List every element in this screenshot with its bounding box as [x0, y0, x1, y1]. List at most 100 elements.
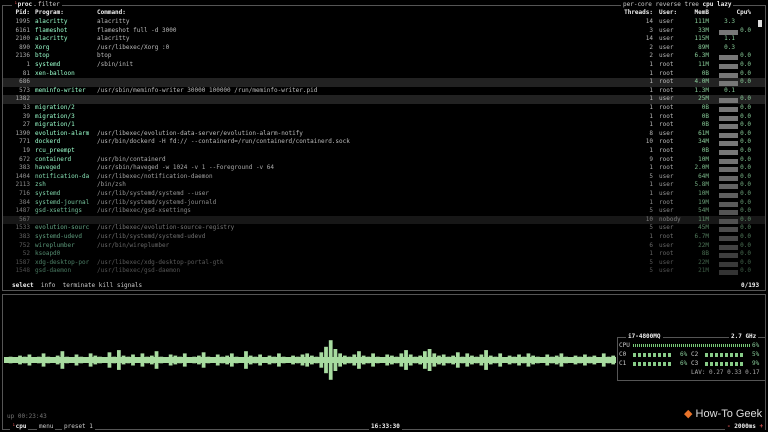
menu-button[interactable]: menu — [37, 423, 56, 431]
process-threads: 5 — [649, 267, 653, 275]
process-row[interactable]: 573 meminfo-writer/usr/sbin/meminfo-write… — [3, 87, 765, 96]
terminate-button[interactable]: terminate — [63, 282, 96, 289]
process-pid: 6161 — [15, 26, 30, 34]
cpu-usage-bar — [719, 81, 738, 87]
process-user: user — [659, 18, 674, 25]
header-threads[interactable]: Threads: — [624, 9, 653, 18]
header-mem[interactable]: MemB — [695, 9, 709, 18]
proc-title[interactable]: ¹proc — [12, 1, 35, 9]
process-mem: 0B — [701, 121, 709, 129]
proc-options[interactable]: per-core reverse tree cpu lazy — [621, 1, 734, 9]
process-row[interactable]: 383 haveged/usr/sbin/haveged -w 1024 -v 1… — [3, 164, 765, 173]
signals-button[interactable]: signals — [117, 282, 142, 289]
process-mem: 33M — [698, 26, 709, 34]
process-command: /usr/libexec/gsd-xsettings — [97, 207, 191, 215]
header-cpu[interactable]: Cpu% — [737, 9, 751, 18]
process-mem: 115M — [694, 35, 709, 43]
preset-button[interactable]: preset 1 — [62, 423, 95, 431]
process-row[interactable]: 890 Xorg/usr/libexec/Xorg :0 2 user 89M 0.3 — [3, 44, 765, 53]
reverse-toggle[interactable]: reverse — [656, 1, 681, 8]
process-row[interactable]: 27 migration/1 1 root 0B 0.0 — [3, 121, 765, 130]
process-threads: 1 — [649, 198, 653, 206]
process-mem: 10M — [698, 190, 709, 197]
interval-control[interactable]: - 2000ms + — [725, 423, 766, 431]
process-cpu: 0.0 — [740, 61, 751, 68]
process-row[interactable]: 1404 notification-da/usr/libexec/notifica… — [3, 173, 765, 182]
process-pid: 1587 — [15, 258, 30, 266]
process-row[interactable]: 19 rcu_preempt 1 root 0B 0.0 — [3, 147, 765, 156]
select-button[interactable]: select — [12, 282, 34, 289]
process-pid: 752 — [19, 241, 30, 249]
process-mem: 111M — [694, 18, 709, 25]
process-row[interactable]: 81 xen-balloon 1 root 0B 0.0 — [3, 70, 765, 79]
process-row[interactable]: 384 systemd-journal/usr/lib/systemd/syste… — [3, 199, 765, 208]
process-row[interactable]: 33 migration/2 1 root 0B 0.0 — [3, 104, 765, 113]
process-pid: 384 — [19, 198, 30, 206]
process-command: /usr/libexec/notification-daemon — [97, 172, 213, 180]
process-cpu: 3.3 — [724, 18, 735, 25]
process-program: Xorg — [35, 43, 50, 51]
process-row[interactable]: 6161 flameshot flameshot full -d 3000 3 user… — [3, 27, 765, 36]
process-row[interactable]: 1390 evolution-alarm/usr/libexec/evolutio… — [3, 130, 765, 139]
process-row[interactable]: 752 wireplumber/usr/bin/wireplumber 6 user 2… — [3, 242, 765, 251]
process-row[interactable]: 686 1 root 4.0M 0.0 — [3, 78, 765, 87]
process-command: /usr/lib/systemd/systemd --user — [97, 190, 209, 197]
cpu-usage-bar — [719, 253, 738, 259]
process-pid: 716 — [19, 190, 30, 197]
process-program: evolution-alarm — [35, 129, 90, 137]
process-row[interactable]: 383 systemd-udevd/usr/lib/systemd/systemd… — [3, 233, 765, 242]
header-pid[interactable]: Pid: — [16, 9, 30, 18]
process-cpu: 1.1 — [724, 35, 735, 43]
process-user: root — [659, 61, 674, 68]
process-program: xdg-desktop-por — [35, 258, 90, 266]
process-user: user — [659, 35, 674, 43]
process-row[interactable]: 567 10 nobody 11M 0.0 — [3, 215, 765, 225]
process-user: root — [659, 86, 674, 94]
process-row[interactable]: 39 migration/3 1 root 0B 0.0 — [3, 113, 765, 122]
process-mem: 1.3M — [694, 86, 709, 94]
process-threads: 1 — [649, 147, 653, 154]
process-row[interactable]: 2113 zsh/bin/zsh 1 user 5.8M 0.0 — [3, 181, 765, 190]
process-command: /usr/lib/systemd/systemd-journald — [97, 198, 217, 206]
process-row[interactable]: 672 containerd/usr/bin/containerd 9 root 10M… — [3, 156, 765, 165]
cpu-title[interactable]: ¹cpu — [10, 423, 29, 431]
process-cpu: 0.0 — [740, 129, 751, 137]
cpu-usage-bar — [719, 261, 738, 267]
process-row[interactable]: 1995 alacritty alacritty 14 user 111M 3.3 — [3, 18, 765, 27]
sort-selector[interactable]: cpu lazy — [703, 1, 732, 8]
header-program[interactable]: Program: — [35, 9, 64, 18]
process-row[interactable]: 1587 xdg-desktop-por/usr/libexec/xdg-desk… — [3, 259, 765, 268]
how-to-geek-logo-icon: ◆ — [684, 408, 693, 420]
process-threads: 10 — [645, 215, 653, 223]
process-pid: 1487 — [15, 207, 30, 215]
process-row[interactable]: 1533 evolution-sourc/usr/libexec/evolutio… — [3, 224, 765, 233]
process-row[interactable]: 1382 1 user 25M 0.0 — [3, 95, 765, 104]
process-threads: 9 — [649, 155, 653, 163]
header-user[interactable]: User: — [659, 9, 677, 18]
core-meter — [705, 353, 743, 357]
core-meter — [705, 362, 743, 366]
process-threads: 2 — [649, 52, 653, 60]
filter-button[interactable]: ffilter — [36, 1, 62, 9]
process-mem: 4.0M — [694, 78, 709, 86]
info-button[interactable]: info — [41, 282, 55, 289]
kill-button[interactable]: kill — [99, 282, 113, 289]
process-row[interactable]: 771 dockerd/usr/bin/dockerd -H fd:// --co… — [3, 138, 765, 147]
process-row[interactable]: 1548 gsd-daemon/usr/libexec/gsd-daemon 5 us… — [3, 267, 765, 276]
process-mem: 64M — [698, 172, 709, 180]
process-row[interactable]: 2136 btop btop 2 user 6.3M 0.0 — [3, 52, 765, 61]
process-threads: 14 — [645, 18, 653, 25]
tree-toggle[interactable]: tree — [684, 1, 698, 8]
process-row[interactable]: 2100 alacritty alacritty 14 user 115M 1.1 — [3, 35, 765, 44]
scrollbar[interactable] — [758, 20, 762, 27]
process-command: /usr/libexec/evolution-source-registry — [97, 224, 235, 232]
process-row[interactable]: 52 ksoapd0 1 root 8B 0.0 — [3, 250, 765, 259]
process-row[interactable]: 1 systemd/sbin/init 1 root 11M 0.0 — [3, 61, 765, 70]
per-core-toggle[interactable]: per-core — [623, 1, 652, 8]
process-row[interactable]: 1487 gsd-xsettings/usr/libexec/gsd-xsetti… — [3, 207, 765, 216]
process-row[interactable]: 716 systemd/usr/lib/systemd/systemd --use… — [3, 190, 765, 199]
process-user: nobody — [659, 215, 681, 223]
process-cpu: 0.0 — [740, 26, 751, 34]
core-meter — [633, 353, 671, 357]
header-command[interactable]: Command: — [97, 9, 126, 18]
